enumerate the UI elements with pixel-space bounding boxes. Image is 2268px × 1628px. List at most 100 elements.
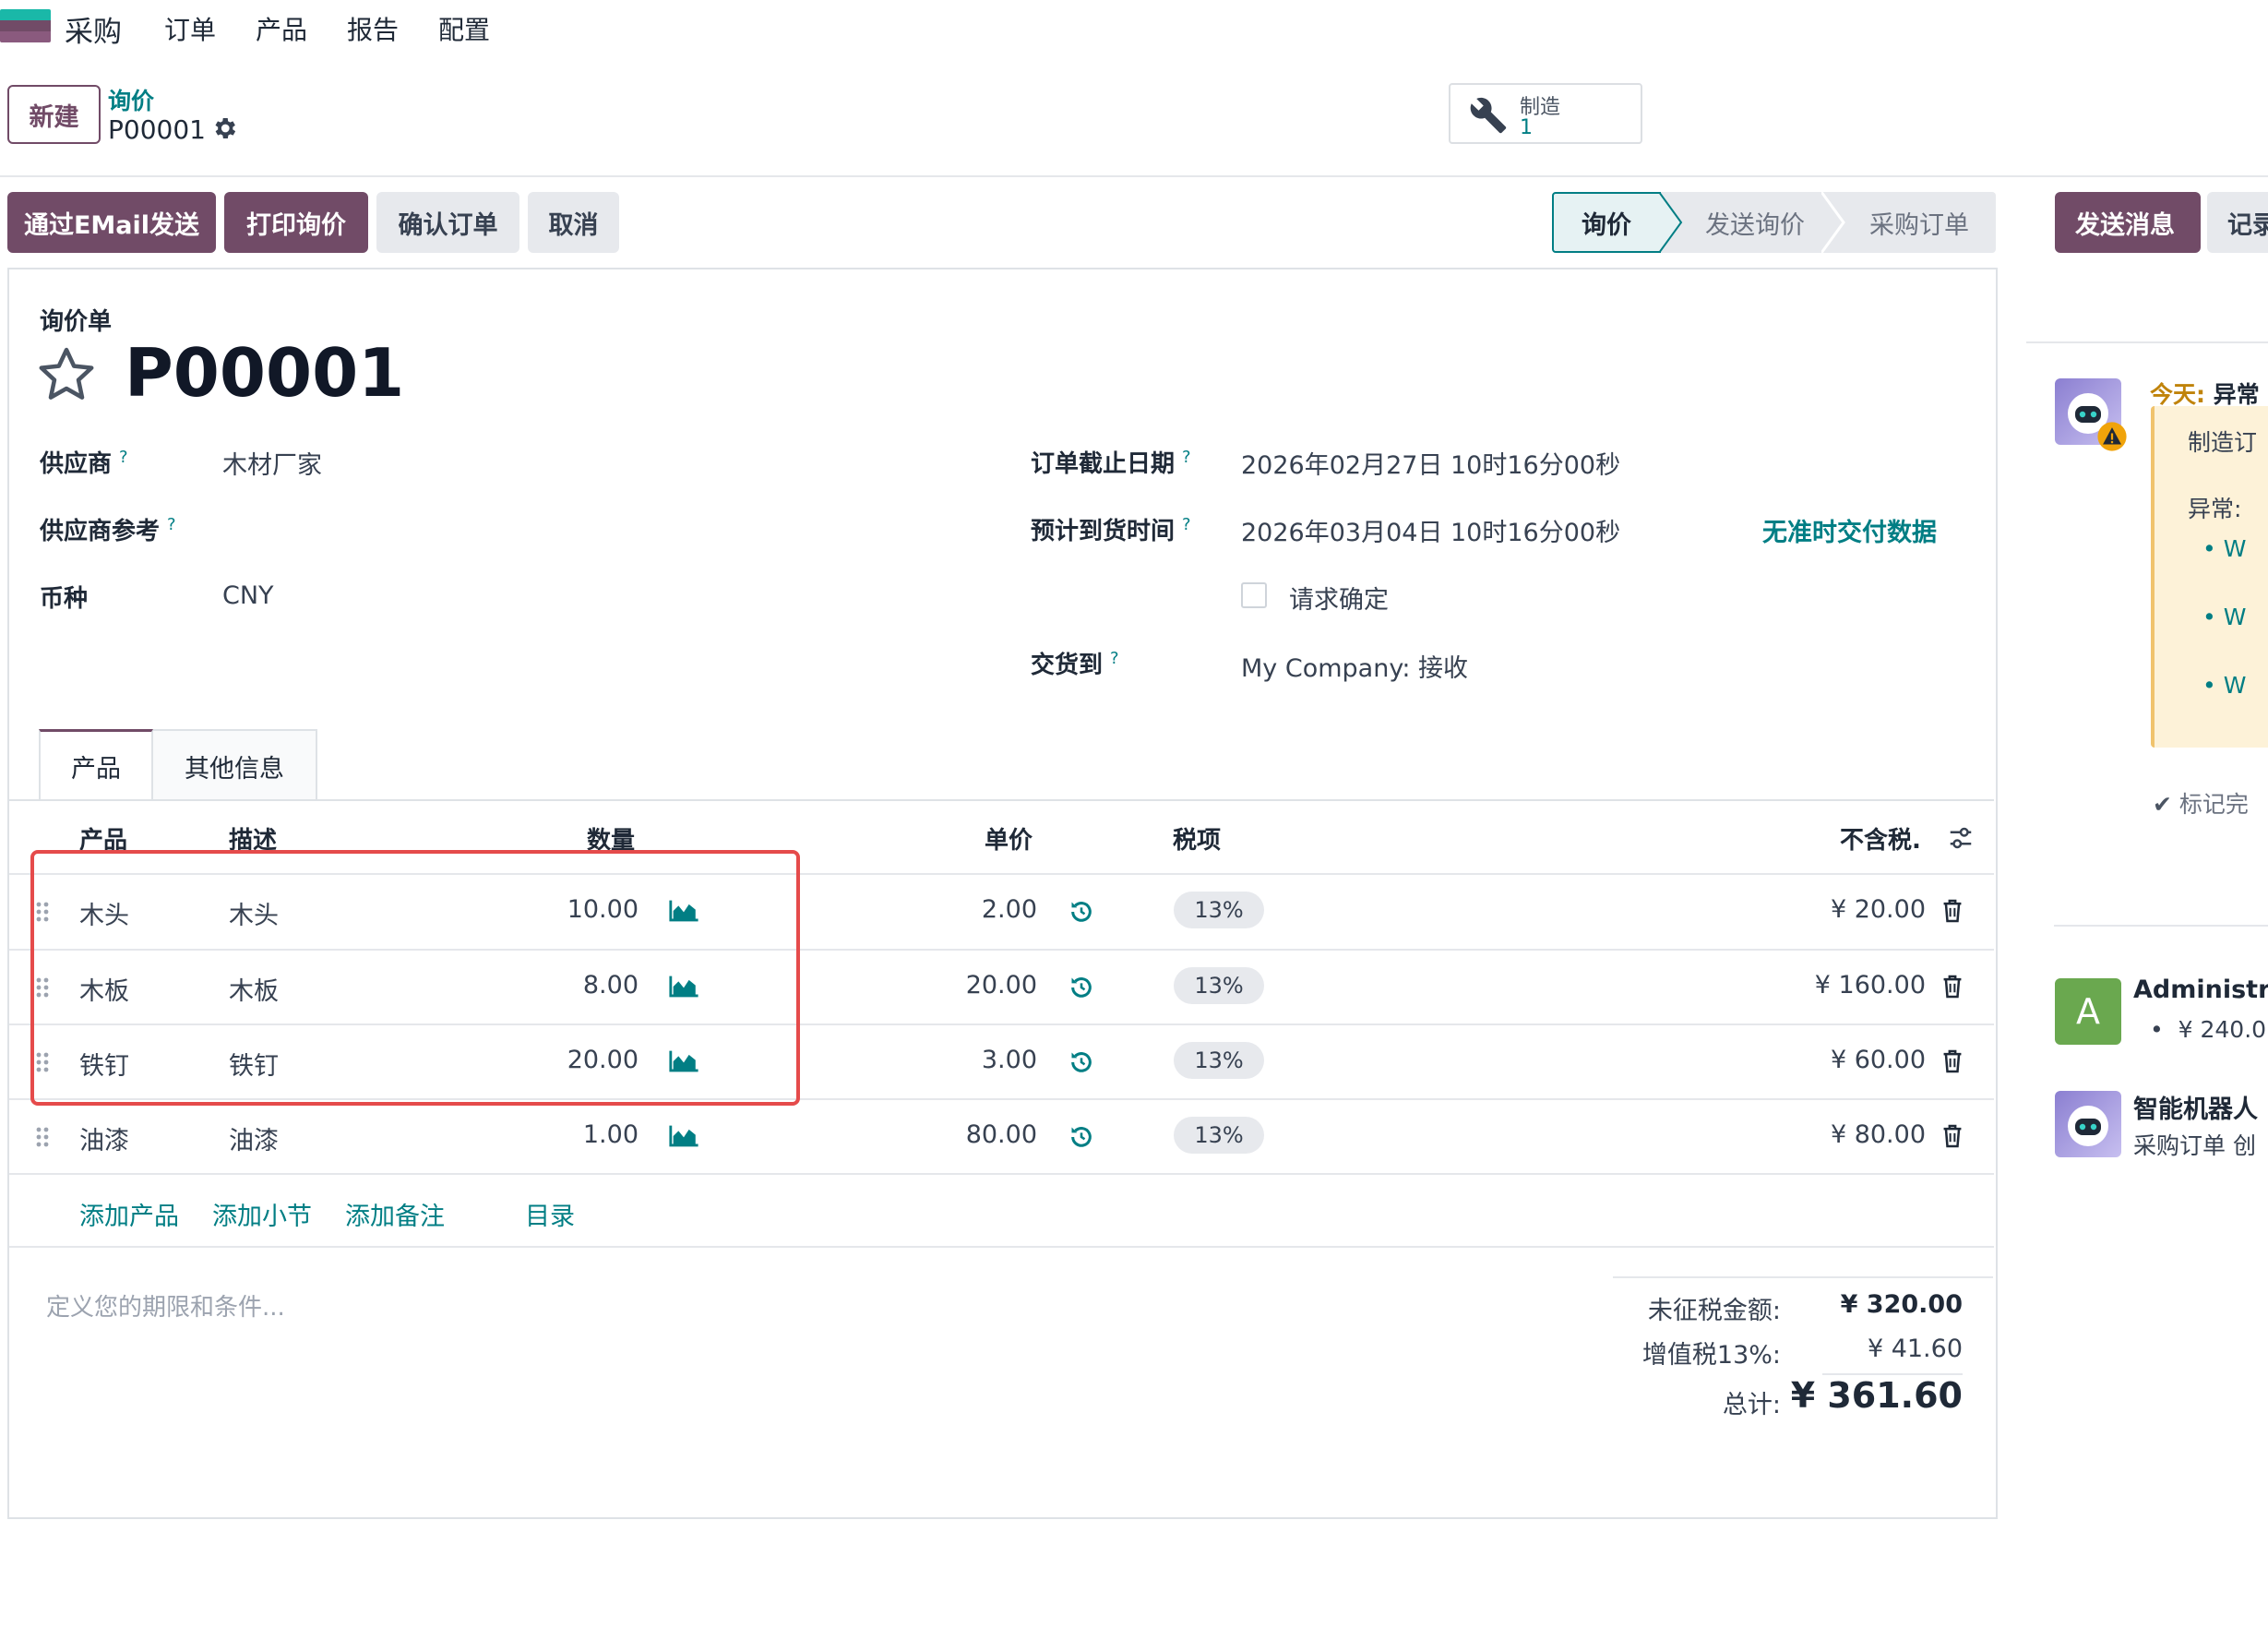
activity-title[interactable]: 异常 (2214, 381, 2260, 408)
vendor-value[interactable]: 木材厂家 (222, 445, 322, 481)
field-label-vendor-text: 供应商 (40, 450, 113, 478)
history-icon[interactable] (1068, 975, 1094, 1000)
history-icon[interactable] (1068, 899, 1094, 925)
col-header-unit-price[interactable]: 单价 (985, 821, 1033, 856)
table-footer-divider (9, 1246, 1994, 1248)
confirm-order-button[interactable]: 确认订单 (376, 192, 519, 253)
send-message-button[interactable]: 发送消息 (2055, 192, 2201, 253)
menu-orders[interactable]: 订单 (164, 10, 216, 47)
row-unit-price[interactable]: 20.00 (923, 971, 1037, 1000)
stage-rfq[interactable]: 询价 (1552, 192, 1661, 253)
col-header-subtotal[interactable]: 不含税. (1840, 821, 1921, 856)
tax-badge[interactable]: 13% (1174, 1042, 1264, 1079)
row-unit-price[interactable]: 3.00 (923, 1046, 1037, 1074)
history-icon[interactable] (1068, 1124, 1094, 1150)
top-navbar: 采购 订单 产品 报告 配置 (0, 0, 2268, 52)
doc-type-label: 询价单 (40, 308, 113, 336)
row-subtotal: ¥ 20.00 (1830, 895, 1926, 924)
col-header-taxes[interactable]: 税项 (1173, 821, 1221, 856)
trash-icon[interactable] (1942, 1049, 1963, 1073)
tab-products[interactable]: 产品 (39, 729, 153, 801)
order-deadline-value[interactable]: 2026年02月27日 10时16分00秒 (1241, 445, 1620, 481)
field-label-order-deadline: 订单截止日期? (1031, 445, 1191, 479)
new-button[interactable]: 新建 (7, 85, 101, 144)
row-quantity[interactable]: 1.00 (517, 1120, 639, 1149)
wrench-icon (1470, 97, 1507, 134)
help-icon[interactable]: ? (1182, 448, 1191, 467)
currency-value[interactable]: CNY (222, 581, 274, 610)
menu-reports[interactable]: 报告 (347, 10, 399, 47)
gear-icon[interactable] (210, 114, 238, 142)
activity-today-label: 今天: (2150, 381, 2205, 408)
print-rfq-button[interactable]: 打印询价 (224, 192, 368, 253)
column-settings-icon[interactable] (1947, 824, 1975, 852)
help-icon[interactable]: ? (119, 448, 128, 467)
avatar[interactable]: A (2055, 978, 2121, 1045)
drag-handle-icon[interactable] (35, 1126, 50, 1148)
vendor-ref-input[interactable] (222, 512, 868, 544)
stage-arrow-icon (1821, 192, 1845, 253)
tab-other-info[interactable]: 其他信息 (153, 729, 317, 801)
trash-icon[interactable] (1942, 975, 1963, 999)
table-row[interactable]: 油漆 油漆 1.00 80.00 13% ¥ 80.00 (0, 1100, 1993, 1174)
help-icon[interactable]: ? (1182, 515, 1191, 534)
header-divider (0, 175, 2268, 177)
expected-arrival-value[interactable]: 2026年03月04日 10时16分00秒 (1241, 512, 1620, 548)
request-confirm-checkbox[interactable] (1241, 582, 1267, 608)
tax-badge[interactable]: 13% (1174, 967, 1264, 1004)
tax-badge[interactable]: 13% (1174, 1117, 1264, 1154)
message-author[interactable]: 智能机器人 (2133, 1089, 2258, 1125)
forecast-chart-icon[interactable] (668, 1124, 699, 1148)
message-body-text: ¥ 240.0 (2178, 1016, 2267, 1043)
exception-item[interactable]: • W (2202, 604, 2246, 630)
app-name[interactable]: 采购 (65, 8, 122, 50)
exception-item[interactable]: • W (2202, 672, 2246, 699)
menu-config[interactable]: 配置 (438, 10, 490, 47)
mark-done-button[interactable]: ✔ 标记完 (2153, 786, 2249, 820)
field-label-expected-arrival: 预计到货时间? (1031, 512, 1191, 546)
exception-item[interactable]: • W (2202, 535, 2246, 562)
log-note-button[interactable]: 记录 (2207, 192, 2268, 253)
help-icon[interactable]: ? (1110, 649, 1119, 668)
help-icon[interactable]: ? (167, 515, 176, 534)
row-unit-price[interactable]: 80.00 (923, 1120, 1037, 1149)
add-note-link[interactable]: 添加备注 (345, 1196, 445, 1232)
send-email-button[interactable]: 通过EMail发送 (7, 192, 216, 253)
field-label-currency: 币种 (40, 585, 89, 613)
row-description[interactable]: 油漆 (229, 1120, 279, 1156)
status-bar: 询价 发送询价 采购订单 (1552, 192, 1996, 253)
tax-badge[interactable]: 13% (1174, 892, 1264, 928)
request-confirm-label[interactable]: 请求确定 (1289, 580, 1389, 616)
cancel-button[interactable]: 取消 (528, 192, 619, 253)
vat-label: 增值税13%: (1641, 1341, 1781, 1370)
add-section-link[interactable]: 添加小节 (212, 1196, 312, 1232)
field-label-order-deadline-text: 订单截止日期 (1031, 450, 1176, 478)
robot-avatar[interactable] (2055, 1091, 2121, 1157)
field-label-deliver-to-text: 交货到 (1031, 652, 1104, 679)
check-icon: ✔ (2153, 791, 2172, 818)
stage-rfq-sent[interactable]: 发送询价 (1681, 192, 1829, 253)
manufacturing-smart-button[interactable]: 制造 1 (1449, 83, 1642, 144)
terms-input[interactable]: 定义您的期限和条件... (46, 1288, 285, 1323)
menu-products[interactable]: 产品 (256, 10, 307, 47)
add-product-link[interactable]: 添加产品 (79, 1196, 179, 1232)
activity-summary: 制造订 (2188, 429, 2258, 456)
app-logo-icon[interactable] (0, 9, 51, 42)
record-title: P00001 (125, 334, 405, 412)
trash-icon[interactable] (1942, 1124, 1963, 1148)
total-label: 总计: (1722, 1391, 1781, 1419)
breadcrumb-rfq[interactable]: 询价 (108, 83, 154, 116)
row-product[interactable]: 油漆 (79, 1120, 129, 1156)
field-label-expected-arrival-text: 预计到货时间 (1031, 518, 1176, 545)
history-icon[interactable] (1068, 1049, 1094, 1075)
row-unit-price[interactable]: 2.00 (923, 895, 1037, 924)
on-time-delivery-link[interactable]: 无准时交付数据 (1762, 512, 1937, 548)
stage-purchase-order[interactable]: 采购订单 (1845, 192, 1993, 253)
message-author[interactable]: Administra (2133, 976, 2268, 1004)
catalog-link[interactable]: 目录 (525, 1196, 575, 1232)
row-divider (9, 1173, 1994, 1175)
total-value: ¥ 361.60 (1790, 1375, 1963, 1416)
trash-icon[interactable] (1942, 899, 1963, 923)
deliver-to-value[interactable]: My Company: 接收 (1241, 648, 1468, 684)
star-icon[interactable] (35, 343, 98, 406)
